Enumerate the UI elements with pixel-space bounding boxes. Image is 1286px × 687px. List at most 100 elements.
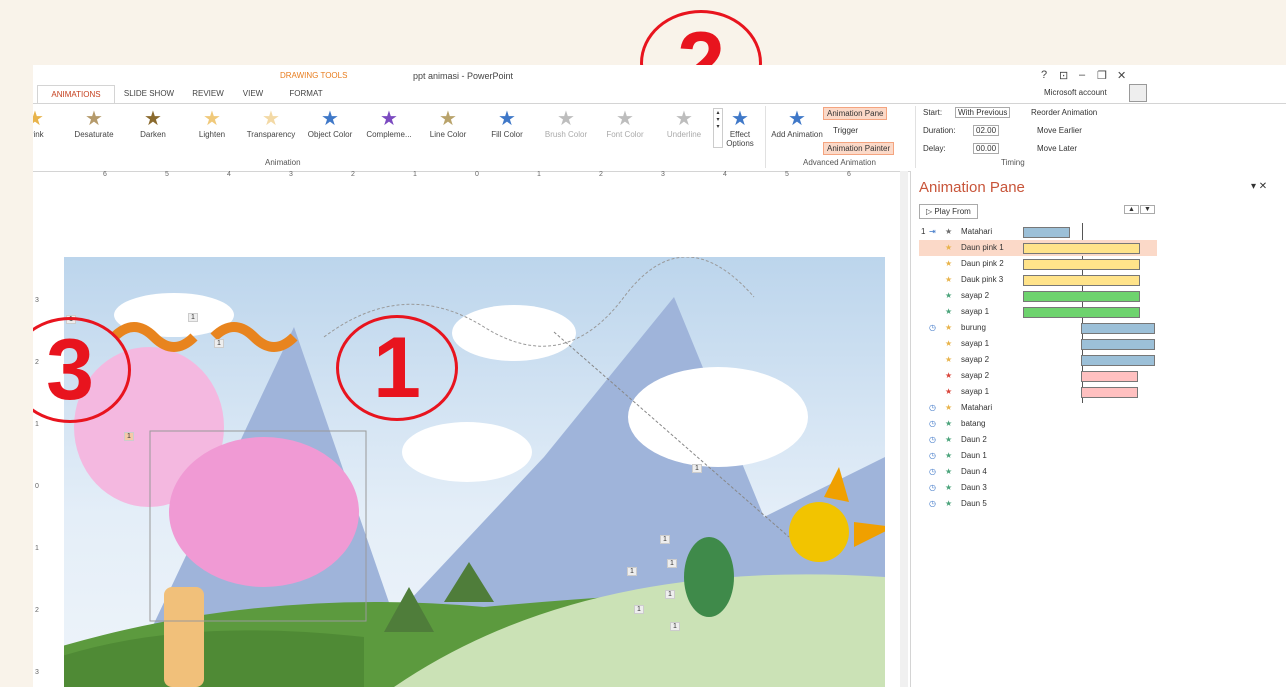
effect-darken[interactable]: ★ Darken: [123, 108, 183, 139]
animation-painter-button[interactable]: Animation Painter: [823, 142, 895, 155]
effect-desaturate[interactable]: ★ Desaturate: [64, 108, 124, 139]
anim-tag[interactable]: 1: [634, 605, 644, 614]
effect-hrink[interactable]: ★hrink: [33, 108, 65, 139]
move-later-button[interactable]: Move Later: [1037, 144, 1077, 153]
anim-tag[interactable]: 1: [667, 559, 677, 568]
start-select[interactable]: With Previous: [955, 107, 1011, 118]
duration-input[interactable]: 02.00: [973, 125, 1000, 136]
sun: [789, 502, 849, 562]
timeline-bar[interactable]: [1023, 259, 1140, 270]
help-icon[interactable]: ?: [1041, 69, 1047, 81]
timeline-bar[interactable]: [1023, 291, 1140, 302]
close-icon[interactable]: ✕: [1117, 69, 1126, 82]
animation-item[interactable]: ◷ ★ Daun 3: [919, 480, 1157, 496]
timeline-bar[interactable]: [1081, 355, 1155, 366]
timeline-bar[interactable]: [1081, 323, 1155, 334]
animation-item[interactable]: ◷ ★ Daun 1: [919, 448, 1157, 464]
effect-label: Transparency: [246, 130, 296, 139]
clock-icon: ◷: [929, 483, 936, 492]
timeline-bar[interactable]: [1023, 307, 1140, 318]
anim-tag[interactable]: 1: [188, 313, 198, 322]
anim-tag[interactable]: 1: [627, 567, 637, 576]
animation-item[interactable]: ★ Dauk pink 3: [919, 272, 1157, 288]
animation-item[interactable]: ★ Daun pink 2: [919, 256, 1157, 272]
effect-star-icon: ★: [945, 275, 953, 284]
animation-item[interactable]: ◷ ★ batang: [919, 416, 1157, 432]
effect-lighten[interactable]: ★ Lighten: [182, 108, 242, 139]
clock-icon: ◷: [929, 403, 936, 412]
timeline-bar[interactable]: [1023, 275, 1140, 286]
timeline-bar[interactable]: [1023, 227, 1070, 238]
animation-item[interactable]: ◷ ★ burung: [919, 320, 1157, 336]
effect-fill-color[interactable]: ★ Fill Color: [477, 108, 537, 139]
animation-item[interactable]: ◷ ★ Matahari: [919, 400, 1157, 416]
animation-item[interactable]: ★ sayap 2: [919, 352, 1157, 368]
move-up-icon[interactable]: ▲: [1124, 205, 1139, 214]
timeline-bar[interactable]: [1081, 371, 1138, 382]
animation-item[interactable]: ★ sayap 1: [919, 384, 1157, 400]
effect-compleme-[interactable]: ★ Compleme...: [359, 108, 419, 139]
ruler-mark: 3: [661, 171, 665, 178]
account-label[interactable]: Microsoft account: [1044, 88, 1107, 97]
item-name: sayap 1: [961, 387, 990, 396]
avatar[interactable]: [1129, 84, 1147, 102]
anim-tag[interactable]: 1: [214, 339, 224, 348]
delay-input[interactable]: 00.00: [973, 143, 1000, 154]
effect-line-color[interactable]: ★ Line Color: [418, 108, 478, 139]
effect-brush-color[interactable]: ★ Brush Color: [536, 108, 596, 139]
effect-transparency[interactable]: ★ Transparency: [241, 108, 301, 139]
animation-item[interactable]: ★ sayap 2: [919, 288, 1157, 304]
timing-group-label: Timing: [1001, 158, 1025, 167]
animation-pane-button[interactable]: Animation Pane: [823, 107, 888, 120]
cloud-2: [452, 305, 576, 361]
animation-item[interactable]: ◷ ★ Daun 5: [919, 496, 1157, 512]
animation-item[interactable]: ◷ ★ Daun 4: [919, 464, 1157, 480]
animation-item[interactable]: ★ sayap 1: [919, 304, 1157, 320]
timeline-bar[interactable]: [1081, 387, 1138, 398]
animation-item[interactable]: ★ Daun pink 1: [919, 240, 1157, 256]
move-down-icon[interactable]: ▼: [1140, 205, 1155, 214]
play-from-button[interactable]: ▷ Play From: [919, 204, 978, 219]
tab-animations[interactable]: ANIMATIONS: [37, 85, 115, 104]
animation-item[interactable]: 1 ⇥ ★ Matahari: [919, 224, 1157, 240]
effect-label: Font Color: [606, 130, 644, 139]
animation-item[interactable]: ★ sayap 1: [919, 336, 1157, 352]
move-earlier-button[interactable]: Move Earlier: [1037, 126, 1082, 135]
animation-item[interactable]: ★ sayap 2: [919, 368, 1157, 384]
tree-trunk: [164, 587, 204, 687]
effect-underline[interactable]: ★ Underline: [654, 108, 714, 139]
bird: [210, 322, 298, 352]
item-name: Daun 5: [961, 499, 987, 508]
drawing-tools-label: DRAWING TOOLS: [280, 71, 348, 80]
pane-close-icon[interactable]: ▾ ✕: [1251, 181, 1267, 192]
anim-tag[interactable]: 1: [692, 464, 702, 473]
animation-item[interactable]: ◷ ★ Daun 2: [919, 432, 1157, 448]
slide-scrollbar[interactable]: [900, 171, 908, 687]
minimize-icon[interactable]: –: [1079, 69, 1085, 81]
effect-star-icon: ★: [945, 339, 953, 348]
clock-icon: ◷: [929, 467, 936, 476]
timeline-bar[interactable]: [1081, 339, 1155, 350]
add-animation-button[interactable]: ★ Add Animation: [769, 108, 825, 139]
ruler-mark: 3: [289, 171, 293, 178]
star-icon: ★: [439, 108, 457, 130]
anim-tag[interactable]: 1: [660, 535, 670, 544]
timeline-bar[interactable]: [1023, 243, 1140, 254]
effect-label: Object Color: [307, 130, 353, 139]
tab-slide-show[interactable]: SLIDE SHOW: [117, 85, 181, 103]
tab-format[interactable]: FORMAT: [281, 85, 331, 103]
anim-tag[interactable]: 1: [124, 432, 134, 441]
ribbon-display-icon[interactable]: ⊡: [1059, 69, 1068, 82]
tab-review[interactable]: REVIEW: [185, 85, 231, 103]
restore-icon[interactable]: ❐: [1097, 69, 1107, 82]
effect-object-color[interactable]: ★ Object Color: [300, 108, 360, 139]
star-icon: ★: [675, 108, 693, 130]
effect-label: Desaturate: [74, 130, 114, 139]
effect-options-button[interactable]: ★ Effect Options: [717, 108, 763, 148]
effect-font-color[interactable]: ★ Font Color: [595, 108, 655, 139]
trigger-button[interactable]: Trigger: [833, 126, 858, 135]
anim-tag[interactable]: 1: [665, 590, 675, 599]
anim-tag[interactable]: 1: [670, 622, 680, 631]
ruler-mark: 4: [227, 171, 231, 178]
tab-view[interactable]: VIEW: [235, 85, 271, 103]
